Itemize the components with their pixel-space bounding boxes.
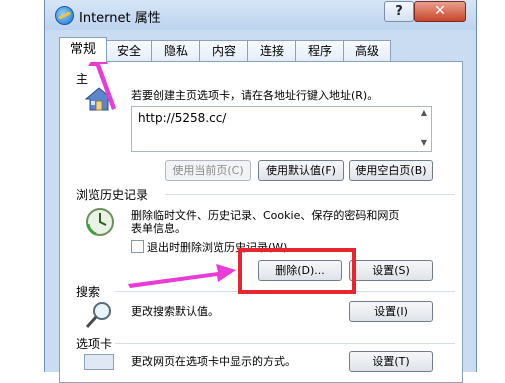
arrow-to-delete-button	[128, 264, 236, 288]
tab-general[interactable]: 常规	[59, 37, 107, 62]
